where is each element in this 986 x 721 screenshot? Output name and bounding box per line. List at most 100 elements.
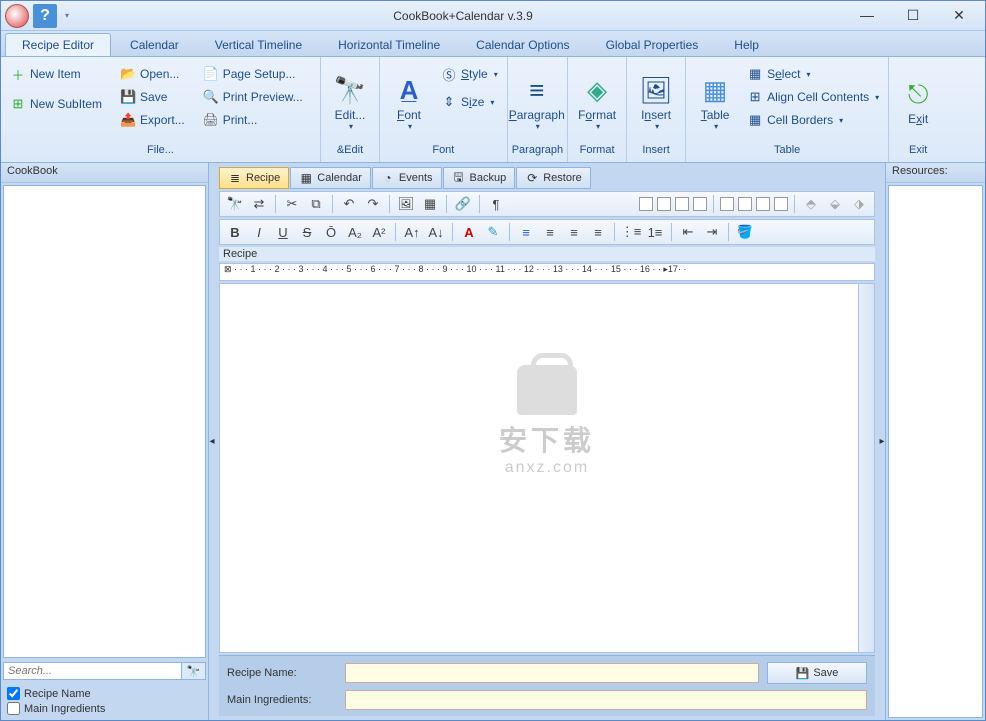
tab-horizontal-timeline[interactable]: Horizontal Timeline (321, 33, 457, 56)
new-item-button[interactable]: ＋New Item (5, 63, 107, 85)
size-button[interactable]: ⇕Size (436, 91, 503, 113)
border-top-icon[interactable] (738, 197, 752, 211)
font-button[interactable]: A̲Font (384, 63, 434, 143)
shrink-font-icon[interactable]: A↓ (425, 222, 447, 242)
underline-icon[interactable]: U (272, 222, 294, 242)
puzzle1-icon[interactable]: ⬘ (800, 194, 822, 214)
doctab-calendar[interactable]: ▦Calendar (290, 167, 371, 189)
main-ingredients-label: Main Ingredients: (227, 694, 337, 706)
border-left-icon[interactable] (720, 197, 734, 211)
export-button[interactable]: 📤Export... (115, 109, 190, 131)
toolbar-row-1: 🔭 ⇄ ✂ ⧉ ↶ ↷ 🖼 ▦ 🔗 ¶ ⬘ (219, 191, 875, 217)
border-inner-icon[interactable] (675, 197, 689, 211)
style-button[interactable]: ⓈStyle (436, 63, 503, 85)
doctab-events[interactable]: ◔Events (372, 167, 442, 189)
highlight-icon[interactable]: ✎ (482, 222, 504, 242)
close-button[interactable]: ✕ (945, 7, 973, 24)
insert-button[interactable]: 🖼Insert (631, 63, 681, 143)
select-button[interactable]: ▦Select (742, 63, 884, 85)
new-subitem-button[interactable]: ⊞New SubItem (5, 93, 107, 115)
redo-icon[interactable]: ↷ (362, 194, 384, 214)
insert-table-icon[interactable]: ▦ (419, 194, 441, 214)
restore-icon: ⟳ (525, 171, 539, 185)
page-setup-button[interactable]: 📄Page Setup... (198, 63, 308, 85)
align-left-icon[interactable]: ≡ (515, 222, 537, 242)
bold-icon[interactable]: B (224, 222, 246, 242)
border-none-icon[interactable] (639, 197, 653, 211)
doctab-recipe[interactable]: ≣Recipe (219, 167, 289, 189)
ruler[interactable]: ⊠ · · · 1 · · · 2 · · · 3 · · · 4 · · · … (219, 263, 875, 281)
help-icon[interactable]: ? (33, 4, 57, 28)
format-button[interactable]: ◈Format (572, 63, 622, 143)
table-button[interactable]: ▦Table (690, 63, 740, 143)
puzzle3-icon[interactable]: ⬗ (848, 194, 870, 214)
align-center-icon[interactable]: ≡ (539, 222, 561, 242)
exit-button[interactable]: ⎋Exit (893, 63, 943, 143)
tab-help[interactable]: Help (717, 33, 776, 56)
grow-font-icon[interactable]: A↑ (401, 222, 423, 242)
border-bottom-icon[interactable] (774, 197, 788, 211)
border-right-icon[interactable] (756, 197, 770, 211)
form-save-button[interactable]: 💾Save (767, 662, 867, 684)
indent-icon[interactable]: ⇥ (701, 222, 723, 242)
cookbook-tree[interactable] (3, 185, 206, 658)
bullets-icon[interactable]: ⋮≡ (620, 222, 642, 242)
outdent-icon[interactable]: ⇤ (677, 222, 699, 242)
app-icon[interactable] (5, 4, 29, 28)
replace-icon[interactable]: ⇄ (248, 194, 270, 214)
minimize-button[interactable]: — (853, 7, 881, 24)
font-color-icon[interactable]: A (458, 222, 480, 242)
link-icon[interactable]: 🔗 (452, 194, 474, 214)
qat-dropdown-icon[interactable]: ▾ (61, 4, 73, 28)
tab-global-properties[interactable]: Global Properties (589, 33, 716, 56)
border-all-icon[interactable] (693, 197, 707, 211)
recipe-name-label: Recipe Name: (227, 667, 337, 679)
format-icon: ◈ (581, 75, 613, 107)
print-preview-button[interactable]: 🔍Print Preview... (198, 86, 308, 108)
cell-borders-button[interactable]: ▦Cell Borders (742, 109, 884, 131)
editor-area[interactable]: 安下载 anxz.com (219, 283, 875, 653)
align-justify-icon[interactable]: ≡ (587, 222, 609, 242)
main-ingredients-field[interactable] (345, 690, 867, 710)
subscript-icon[interactable]: A₂ (344, 222, 366, 242)
align-right-icon[interactable]: ≡ (563, 222, 585, 242)
pilcrow-icon[interactable]: ¶ (485, 194, 507, 214)
check-recipe-name[interactable]: Recipe Name (7, 686, 202, 701)
copy-icon[interactable]: ⧉ (305, 194, 327, 214)
tab-calendar-options[interactable]: Calendar Options (459, 33, 586, 56)
save-button[interactable]: 💾Save (115, 86, 190, 108)
insert-image-icon[interactable]: 🖼 (395, 194, 417, 214)
resources-tree[interactable] (888, 185, 983, 718)
folder-open-icon: 📂 (120, 66, 136, 82)
strike-icon[interactable]: S (296, 222, 318, 242)
tab-recipe-editor[interactable]: Recipe Editor (5, 33, 111, 56)
table-group-label: Table (690, 144, 884, 162)
italic-icon[interactable]: I (248, 222, 270, 242)
fill-color-icon[interactable]: 🪣 (734, 222, 756, 242)
check-main-ingredients[interactable]: Main Ingredients (7, 701, 202, 716)
recipe-name-field[interactable] (345, 663, 759, 683)
doctab-restore[interactable]: ⟳Restore (516, 167, 591, 189)
tab-calendar[interactable]: Calendar (113, 33, 196, 56)
superscript-icon[interactable]: A² (368, 222, 390, 242)
edit-button[interactable]: 🔭Edit... (325, 63, 375, 143)
border-outer-icon[interactable] (657, 197, 671, 211)
paragraph-button[interactable]: ≡Paragraph (512, 63, 562, 143)
puzzle2-icon[interactable]: ⬙ (824, 194, 846, 214)
doctab-backup[interactable]: 🖫Backup (443, 167, 516, 189)
cut-icon[interactable]: ✂ (281, 194, 303, 214)
print-preview-icon: 🔍 (203, 89, 219, 105)
vertical-scrollbar[interactable] (858, 284, 874, 652)
undo-icon[interactable]: ↶ (338, 194, 360, 214)
overline-icon[interactable]: Ō (320, 222, 342, 242)
page-setup-icon: 📄 (203, 66, 219, 82)
align-cell-button[interactable]: ⊞Align Cell Contents (742, 86, 884, 108)
find-icon[interactable]: 🔭 (224, 194, 246, 214)
open-button[interactable]: 📂Open... (115, 63, 190, 85)
search-button[interactable]: 🔭 (182, 662, 206, 680)
search-input[interactable] (3, 662, 182, 680)
numbering-icon[interactable]: 1≡ (644, 222, 666, 242)
maximize-button[interactable]: ☐ (899, 7, 927, 24)
tab-vertical-timeline[interactable]: Vertical Timeline (198, 33, 319, 56)
print-button[interactable]: 🖨Print... (198, 109, 308, 131)
